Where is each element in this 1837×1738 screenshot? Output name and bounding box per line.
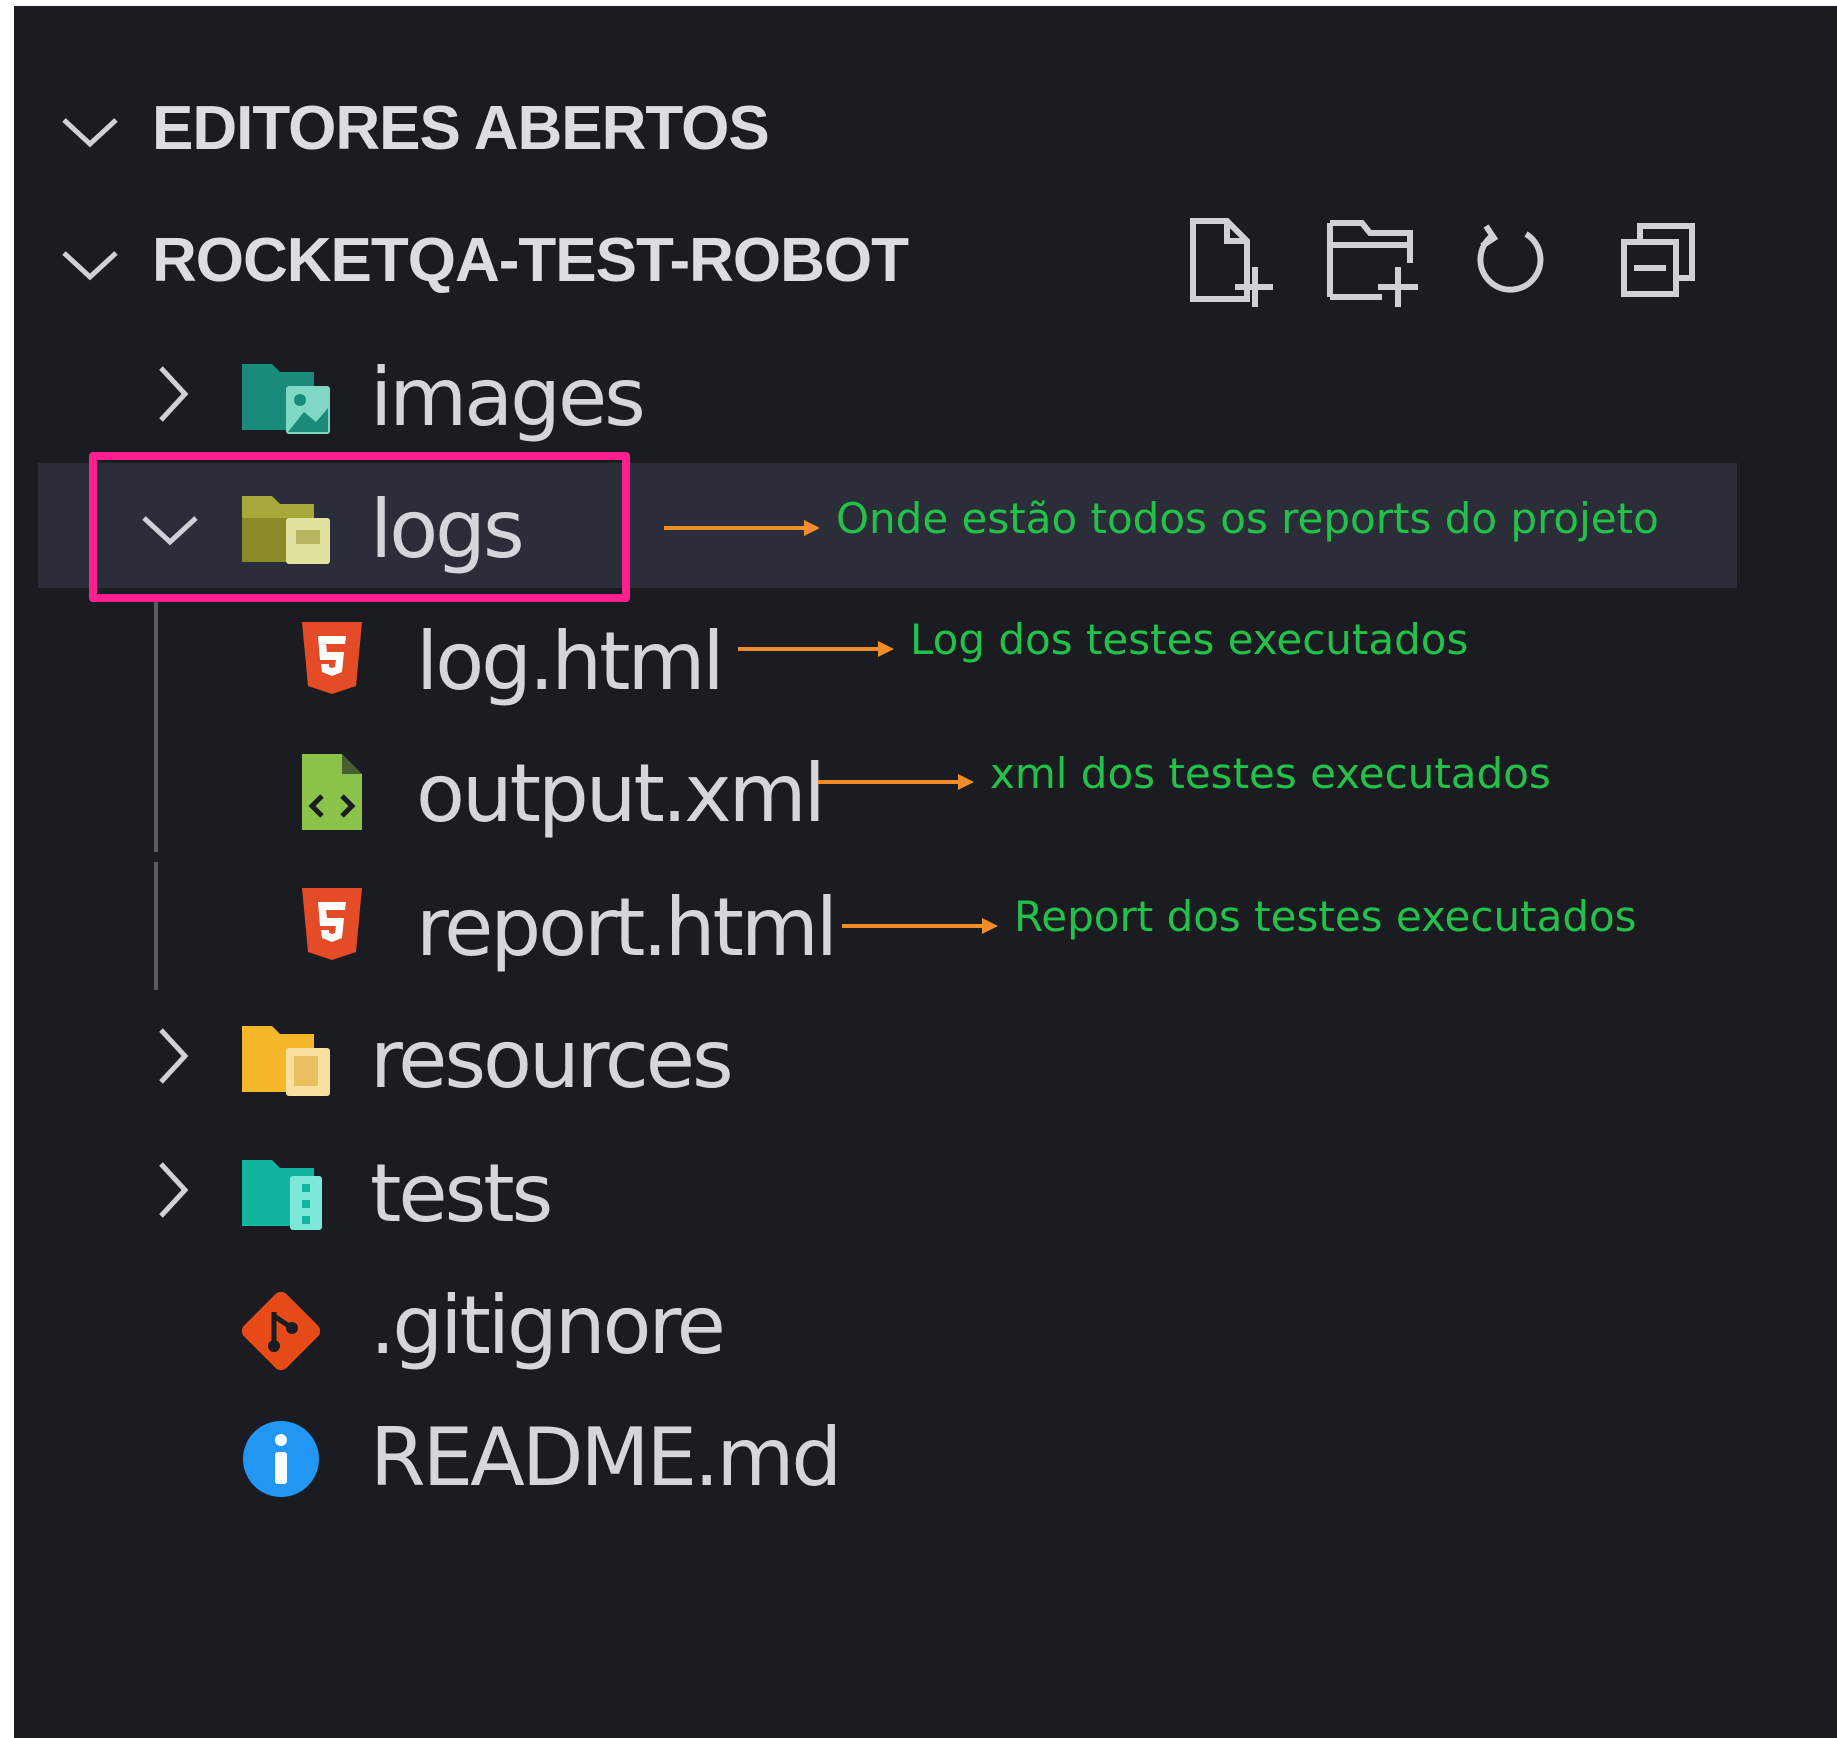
indent-guide: [154, 602, 158, 852]
chevron-right-icon[interactable]: [153, 1158, 193, 1222]
resources-folder-icon: [242, 1026, 330, 1096]
tree-item-images[interactable]: images: [370, 358, 646, 438]
git-icon: [241, 1291, 321, 1371]
annotation-arrow: [738, 641, 894, 657]
annotation-arrow: [818, 774, 974, 790]
collapse-all-icon[interactable]: [1618, 220, 1700, 302]
annotation-logs: Onde estão todos os reports do projeto: [836, 494, 1659, 543]
indent-guide: [154, 862, 158, 990]
tree-item-report-html[interactable]: report.html: [416, 888, 838, 968]
section-open-editors[interactable]: EDITORES ABERTOS: [152, 98, 770, 160]
annotation-output-xml: xml dos testes executados: [990, 749, 1551, 798]
chevron-down-icon[interactable]: [58, 112, 122, 152]
image-folder-icon: [242, 364, 330, 434]
annotation-arrow: [842, 918, 998, 934]
refresh-icon[interactable]: [1470, 222, 1552, 302]
html5-icon: [302, 888, 362, 960]
annotation-report-html: Report dos testes executados: [1014, 892, 1637, 941]
chevron-down-icon[interactable]: [138, 510, 202, 550]
section-project[interactable]: ROCKETQA-TEST-ROBOT: [152, 230, 909, 292]
tests-folder-icon: [242, 1160, 322, 1230]
chevron-right-icon[interactable]: [153, 362, 193, 426]
annotation-arrow: [664, 520, 820, 536]
tree-item-output-xml[interactable]: output.xml: [416, 754, 826, 834]
tree-item-readme[interactable]: README.md: [370, 1418, 842, 1498]
annotation-log-html: Log dos testes executados: [910, 615, 1469, 664]
new-folder-icon[interactable]: [1322, 215, 1422, 310]
info-icon: [243, 1421, 319, 1497]
tree-item-logs[interactable]: logs: [370, 490, 525, 570]
html5-icon: [302, 622, 362, 694]
chevron-right-icon[interactable]: [153, 1024, 193, 1088]
tree-item-resources[interactable]: resources: [370, 1020, 734, 1100]
tree-item-tests[interactable]: tests: [370, 1154, 553, 1234]
xml-file-icon: [302, 754, 362, 830]
new-file-icon[interactable]: [1185, 215, 1275, 310]
logs-folder-icon: [242, 496, 330, 564]
tree-item-gitignore[interactable]: .gitignore: [370, 1286, 726, 1366]
tree-item-log-html[interactable]: log.html: [416, 622, 725, 702]
chevron-down-icon[interactable]: [58, 245, 122, 285]
